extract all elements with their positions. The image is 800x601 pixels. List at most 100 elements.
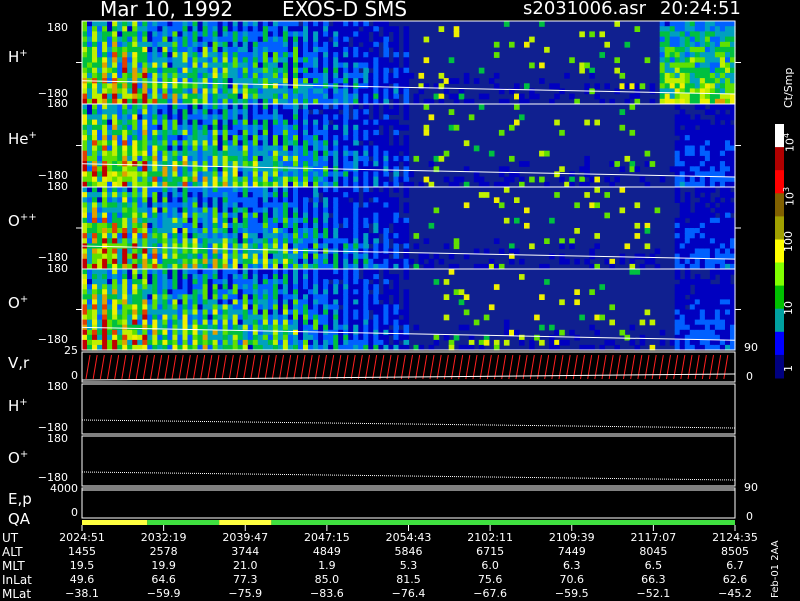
spectrogram-cell xyxy=(378,145,384,152)
spectrogram-cell xyxy=(403,339,410,346)
spectrogram-cell xyxy=(714,72,721,79)
spectrogram-cell xyxy=(669,21,676,27)
spectrogram-cell xyxy=(177,57,183,64)
spectrogram-cell xyxy=(704,161,711,167)
spectrogram-cell xyxy=(694,176,701,183)
spectrogram-cell xyxy=(92,334,98,341)
spectrogram-cell xyxy=(318,233,324,239)
spectrogram-cell xyxy=(282,93,289,100)
spectrogram-cell xyxy=(267,129,274,136)
spectrogram-cell xyxy=(443,243,450,250)
spectrogram-cell xyxy=(403,289,410,295)
spectrogram-cell xyxy=(167,248,173,255)
spectrogram-cell xyxy=(267,72,274,79)
spectrogram-cell xyxy=(212,304,219,311)
spectrogram-cell xyxy=(137,62,143,69)
spectrogram-cell xyxy=(107,197,113,203)
spectrogram-cell xyxy=(639,319,646,326)
spectrogram-cell xyxy=(167,279,173,285)
spectrogram-cell xyxy=(122,41,128,48)
spectrogram-cell xyxy=(187,88,194,95)
spectrogram-cell xyxy=(247,62,254,69)
spectrogram-cell xyxy=(303,228,309,234)
spectrogram-cell xyxy=(102,334,108,341)
spectrogram-cell xyxy=(308,41,314,48)
spectrogram-cell xyxy=(554,119,560,126)
spectrogram-cell xyxy=(398,258,405,265)
spectrogram-cell xyxy=(293,135,299,141)
spectrogram-cell xyxy=(328,140,334,147)
spectrogram-cell xyxy=(709,67,716,74)
spectrogram-cell xyxy=(308,192,314,198)
spectrogram-cell xyxy=(152,104,158,110)
spectrogram-cell xyxy=(177,52,183,58)
spectrogram-cell xyxy=(267,324,274,331)
spectrogram-cell xyxy=(514,248,520,255)
spectrogram-cell xyxy=(267,334,274,341)
spectrogram-cell xyxy=(719,46,726,53)
spectrogram-cell xyxy=(102,166,108,173)
spectrogram-cell xyxy=(117,150,123,157)
spectrogram-cell xyxy=(102,202,108,209)
spectrogram-cell xyxy=(262,57,269,64)
spectrogram-cell xyxy=(574,258,580,265)
spectrogram-cell xyxy=(353,129,359,136)
spectrogram-cell xyxy=(177,36,183,43)
spectrogram-cell xyxy=(237,109,244,115)
spectrogram-cell xyxy=(107,339,113,346)
spectrogram-cell xyxy=(448,109,455,115)
spectrogram-cell xyxy=(137,258,143,265)
spectrogram-cell xyxy=(117,88,123,95)
spectrogram-cell xyxy=(152,217,158,224)
spectrogram-cell xyxy=(674,62,681,69)
spectrogram-cell xyxy=(127,314,133,321)
spectrogram-cell xyxy=(132,104,138,110)
spectrogram-cell xyxy=(82,171,88,178)
spectrogram-cell xyxy=(373,129,379,136)
spectrogram-cell xyxy=(92,228,98,234)
spectrogram-cell xyxy=(272,334,279,341)
spectrogram-cell xyxy=(252,339,259,346)
spectrogram-cell xyxy=(232,124,239,131)
spectrogram-cell xyxy=(282,187,289,193)
spectrogram-cell xyxy=(348,284,354,290)
spectrogram-cell xyxy=(217,155,224,162)
spectrogram-cell xyxy=(137,212,143,219)
spectrogram-cell xyxy=(303,202,309,209)
spectrogram-cell xyxy=(338,135,344,141)
spectrogram-cell xyxy=(212,114,219,121)
spectrogram-cell xyxy=(237,258,244,265)
spectrogram-cell xyxy=(142,67,148,74)
spectrogram-cell xyxy=(308,145,314,152)
spectrogram-cell xyxy=(293,238,299,244)
spectrogram-cell xyxy=(699,258,706,265)
spectrogram-cell xyxy=(212,238,219,244)
spectrogram-cell xyxy=(358,324,364,331)
spectrogram-cell xyxy=(313,238,319,244)
spectrogram-cell xyxy=(252,238,259,244)
spectrogram-cell xyxy=(97,314,103,321)
spectrogram-cell xyxy=(348,26,354,32)
spectrogram-cell xyxy=(393,46,399,53)
spectrogram-cell xyxy=(333,129,339,136)
spectrogram-cell xyxy=(343,176,349,183)
spectrogram-cell xyxy=(318,212,324,219)
spectrogram-cell xyxy=(107,304,113,311)
spectrogram-cell xyxy=(127,166,133,173)
spectrogram-cell xyxy=(674,176,681,183)
spectrogram-cell xyxy=(328,155,334,162)
spectrogram-cell xyxy=(142,36,148,43)
spectrogram-cell xyxy=(192,52,199,58)
spectrogram-cell xyxy=(383,279,389,285)
spectrogram-cell xyxy=(82,57,88,64)
spectrogram-cell xyxy=(212,176,219,183)
spectrogram-cell xyxy=(102,228,108,234)
spectrogram-cell xyxy=(192,57,199,64)
spectrogram-cell xyxy=(343,324,349,331)
spectrogram-cell xyxy=(333,238,339,244)
spectrogram-cell xyxy=(212,228,219,234)
spectrogram-cell xyxy=(483,314,490,321)
spectrogram-cell xyxy=(262,26,269,32)
spectrogram-cell xyxy=(162,289,168,295)
spectrogram-cell xyxy=(308,284,314,290)
